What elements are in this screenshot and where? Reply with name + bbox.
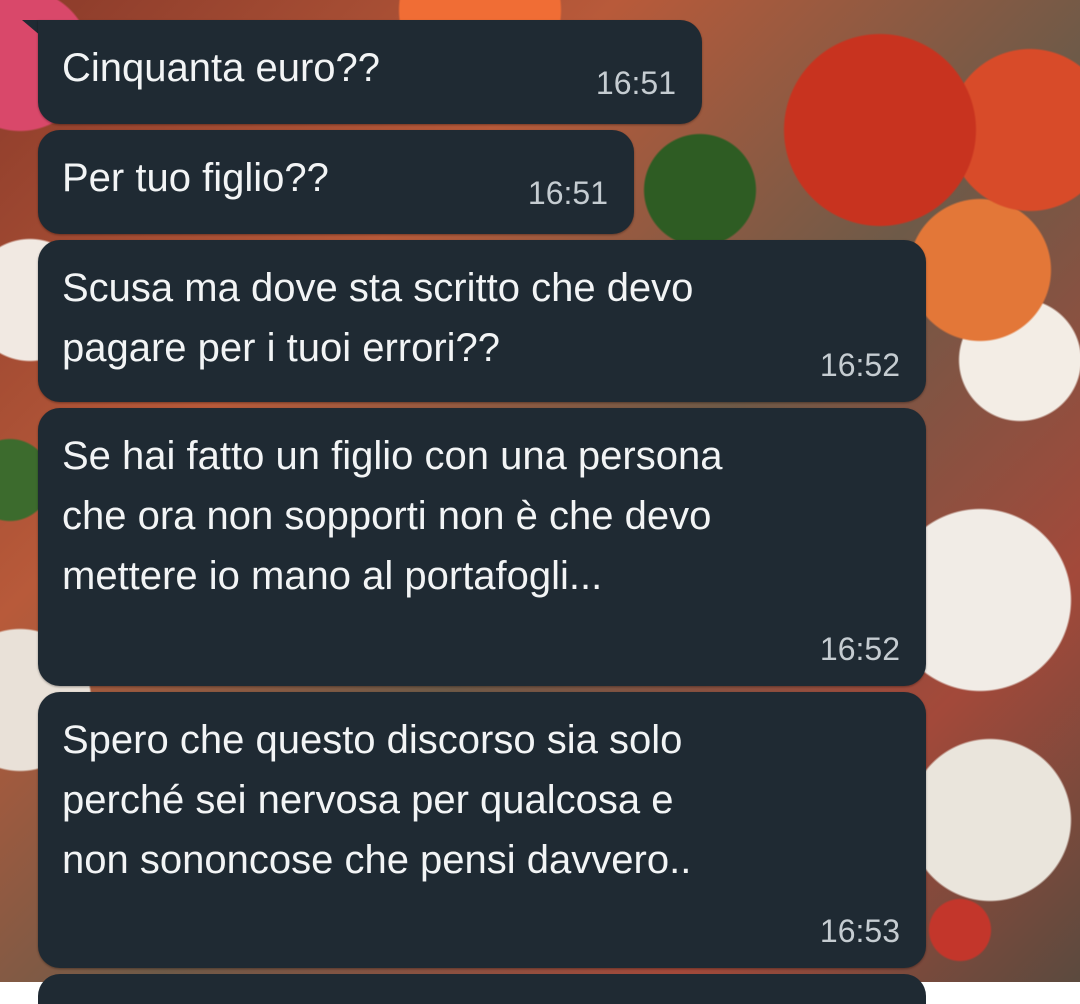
message-timestamp: 16:52 — [819, 347, 900, 383]
incoming-message-partial[interactable] — [38, 974, 926, 1004]
message-text: Cinquanta euro?? — [62, 46, 381, 90]
message-text: Spero che questo discorso sia solo perch… — [62, 718, 692, 882]
incoming-message[interactable]: Per tuo figlio?? 16:51 — [38, 130, 634, 234]
message-timestamp: 16:51 — [595, 65, 676, 101]
incoming-message[interactable]: Cinquanta euro?? 16:51 — [38, 20, 702, 124]
message-timestamp: 16:53 — [819, 913, 900, 949]
incoming-message[interactable]: Spero che questo discorso sia solo perch… — [38, 692, 926, 968]
message-text: Per tuo figlio?? — [62, 156, 329, 200]
message-timestamp: 16:52 — [819, 631, 900, 667]
message-text: Scusa ma dove sta scritto che devo pagar… — [62, 266, 694, 370]
message-text: Se hai fatto un figlio con una persona c… — [62, 434, 723, 598]
message-timestamp: 16:51 — [527, 175, 608, 211]
incoming-message[interactable]: Se hai fatto un figlio con una persona c… — [38, 408, 926, 686]
chat-message-list[interactable]: Cinquanta euro?? 16:51 Per tuo figlio?? … — [0, 0, 1080, 1004]
incoming-message[interactable]: Scusa ma dove sta scritto che devo pagar… — [38, 240, 926, 402]
